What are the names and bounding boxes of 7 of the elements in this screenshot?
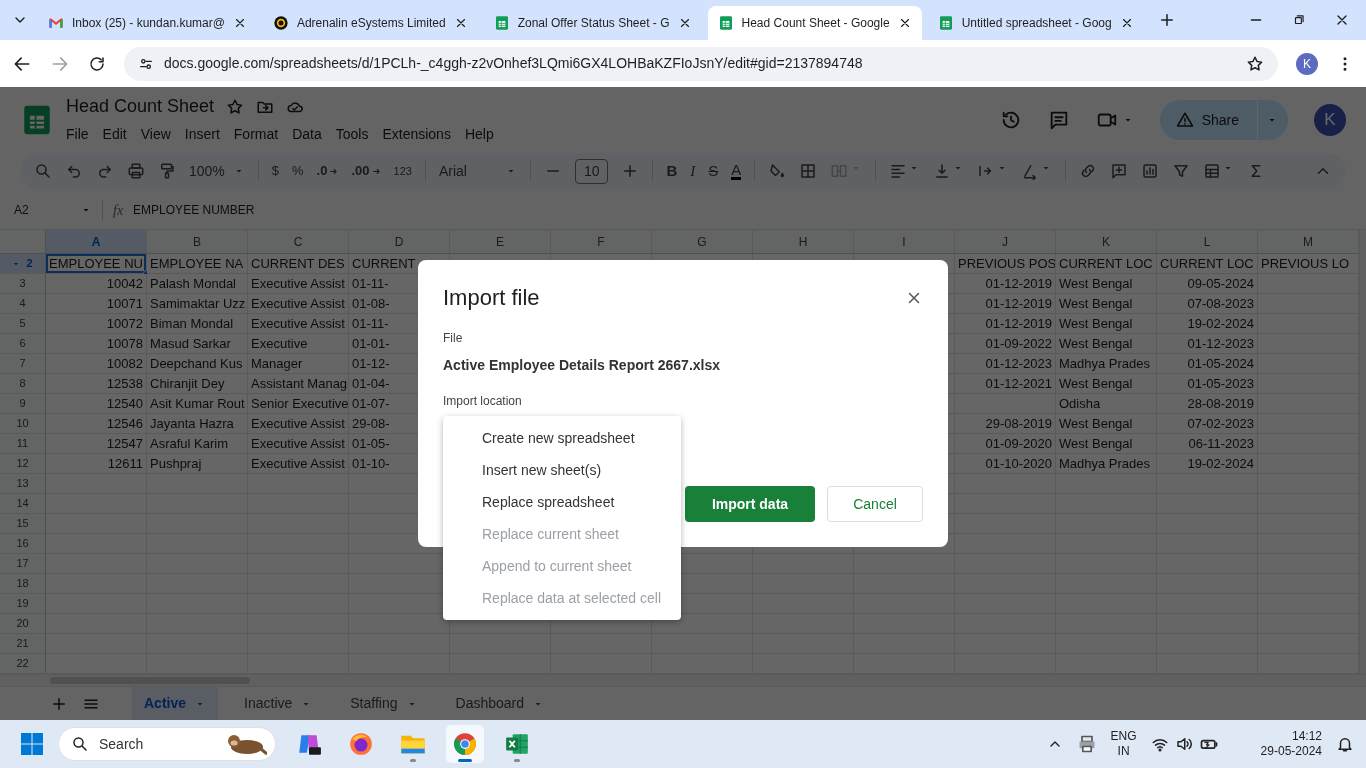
- tab-title: Adrenalin eSystems Limited: [296, 15, 446, 32]
- tab-title: Zonal Offer Status Sheet - G: [517, 15, 670, 32]
- tab-title: Untitled spreadsheet - Goog: [961, 15, 1112, 32]
- tab-title: Inbox (25) - kundan.kumar@: [72, 15, 225, 32]
- url-text: docs.google.com/spreadsheets/d/1PCLh-_c4ggh-z2vOnhef3LQmi6GX4LOHBaKZFIoJsnY/edit#gid=2137894748: [164, 54, 864, 73]
- function-icon: fx: [113, 199, 124, 221]
- tab-title: Head Count Sheet - Google: [741, 15, 890, 32]
